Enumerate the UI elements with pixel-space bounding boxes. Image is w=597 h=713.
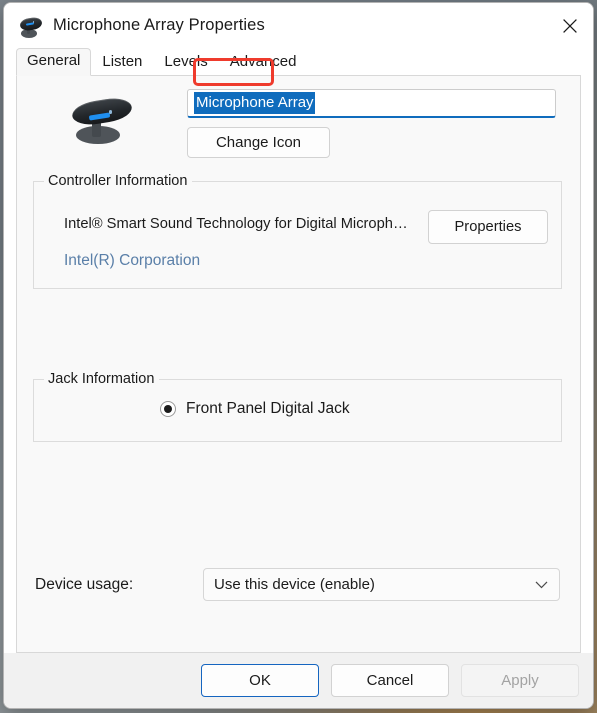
tab-general[interactable]: General: [16, 48, 92, 76]
controller-information-group: Controller Information Intel® Smart Soun…: [33, 172, 562, 289]
tab-strip: General Listen Levels Advanced: [4, 48, 593, 76]
window-title: Microphone Array Properties: [53, 16, 265, 34]
tab-listen[interactable]: Listen: [91, 49, 153, 76]
device-name-value: Microphone Array: [194, 92, 315, 114]
vendor-link[interactable]: Intel(R) Corporation: [64, 252, 200, 270]
jack-information-group: Jack Information Front Panel Digital Jac…: [33, 370, 562, 442]
chevron-down-icon: [535, 580, 548, 589]
jack-information-label: Jack Information: [44, 370, 160, 388]
device-usage-select[interactable]: Use this device (enable): [203, 568, 560, 601]
controller-name: Intel® Smart Sound Technology for Digita…: [64, 216, 408, 232]
controller-information-label: Controller Information: [44, 172, 193, 190]
microphone-array-icon: [68, 93, 138, 145]
device-usage-label: Device usage:: [35, 576, 134, 593]
device-usage-value: Use this device (enable): [214, 576, 375, 593]
controller-properties-button[interactable]: Properties: [428, 210, 548, 244]
apply-button: Apply: [461, 664, 579, 697]
microphone-array-properties-dialog: Microphone Array Properties General List…: [3, 2, 594, 709]
tab-advanced[interactable]: Advanced: [219, 49, 308, 76]
ok-button[interactable]: OK: [201, 664, 319, 697]
microphone-array-icon: [18, 13, 44, 39]
cancel-button[interactable]: Cancel: [331, 664, 449, 697]
general-tab-panel: Microphone Array Change Icon Controller …: [16, 75, 581, 653]
tab-levels[interactable]: Levels: [153, 49, 218, 76]
device-name-input[interactable]: Microphone Array: [187, 89, 556, 118]
dialog-footer: OK Cancel Apply: [4, 653, 593, 708]
close-icon[interactable]: [546, 3, 593, 48]
jack-radio-label: Front Panel Digital Jack: [186, 400, 350, 417]
jack-radio-row[interactable]: Front Panel Digital Jack: [160, 400, 350, 418]
device-identity-row: Microphone Array Change Icon: [17, 76, 580, 168]
device-usage-row: Device usage: Use this device (enable): [17, 568, 580, 604]
change-icon-button[interactable]: Change Icon: [187, 127, 330, 158]
title-bar: Microphone Array Properties: [4, 3, 593, 48]
jack-radio-button[interactable]: [160, 401, 176, 417]
